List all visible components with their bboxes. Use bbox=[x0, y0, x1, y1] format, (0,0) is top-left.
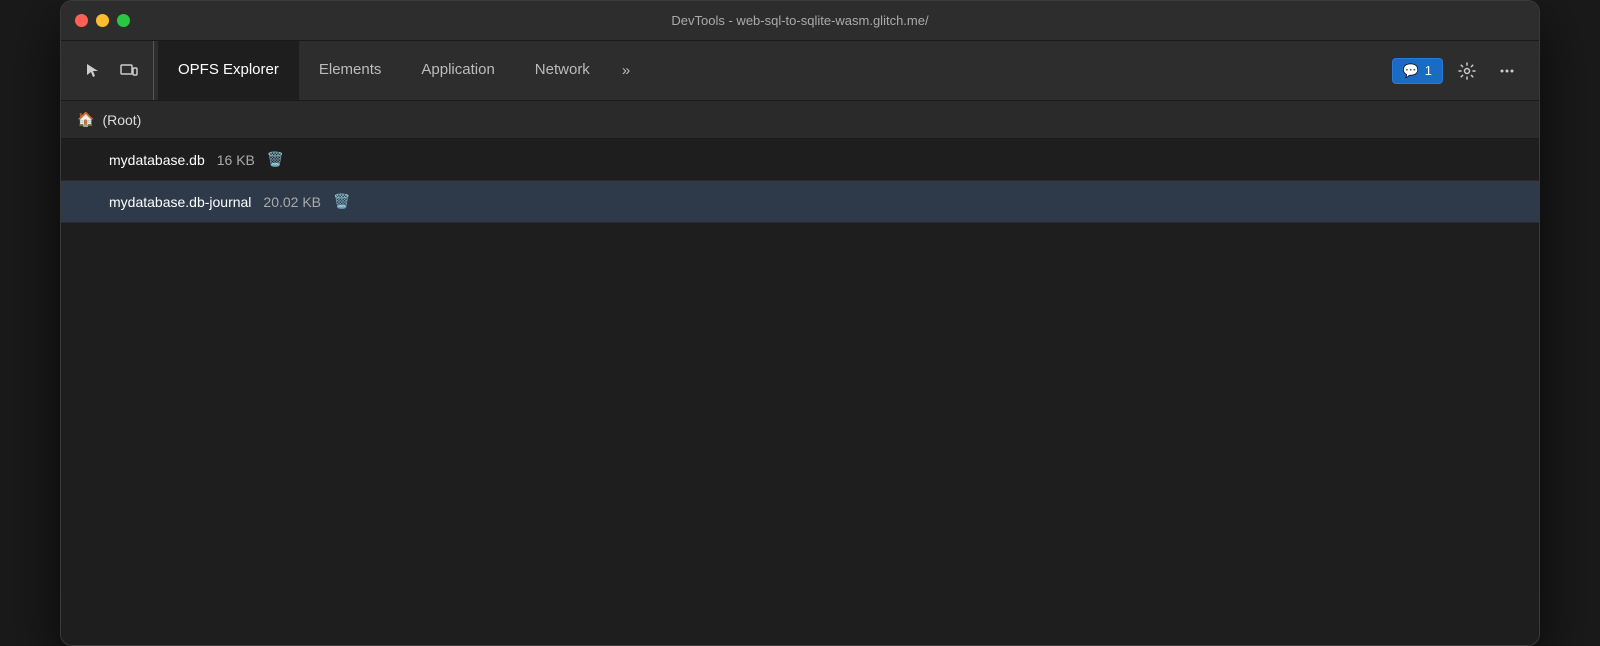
minimize-button[interactable] bbox=[96, 14, 109, 27]
file-size: 16 KB bbox=[217, 152, 255, 168]
tab-elements[interactable]: Elements bbox=[299, 41, 402, 100]
device-toggle-icon bbox=[120, 62, 138, 80]
devtools-window: DevTools - web-sql-to-sqlite-wasm.glitch… bbox=[60, 0, 1540, 646]
gear-icon bbox=[1458, 62, 1476, 80]
notification-count: 1 bbox=[1425, 63, 1432, 78]
delete-file-icon[interactable]: 🗑️ bbox=[267, 151, 284, 168]
window-title: DevTools - web-sql-to-sqlite-wasm.glitch… bbox=[671, 13, 928, 28]
more-options-button[interactable] bbox=[1491, 55, 1523, 87]
inspect-cursor-button[interactable] bbox=[77, 55, 109, 87]
toolbar: OPFS Explorer Elements Application Netwo… bbox=[61, 41, 1539, 101]
notification-button[interactable]: 💬 1 bbox=[1392, 58, 1443, 84]
more-tabs-button[interactable]: » bbox=[610, 41, 642, 100]
delete-file-icon[interactable]: 🗑️ bbox=[333, 193, 350, 210]
tabs-container: OPFS Explorer Elements Application Netwo… bbox=[154, 41, 1384, 100]
toolbar-icons bbox=[69, 41, 154, 100]
file-name: mydatabase.db-journal bbox=[109, 194, 251, 210]
file-row[interactable]: mydatabase.db 16 KB 🗑️ bbox=[61, 139, 1539, 181]
file-explorer: 🏠 (Root) mydatabase.db 16 KB 🗑️ mydataba… bbox=[61, 101, 1539, 223]
chat-icon: 💬 bbox=[1403, 63, 1419, 79]
close-button[interactable] bbox=[75, 14, 88, 27]
cursor-icon bbox=[84, 62, 102, 80]
tab-application[interactable]: Application bbox=[401, 41, 514, 100]
tab-opfs[interactable]: OPFS Explorer bbox=[158, 41, 299, 100]
ellipsis-icon bbox=[1498, 62, 1516, 80]
root-folder-row: 🏠 (Root) bbox=[61, 101, 1539, 139]
settings-button[interactable] bbox=[1451, 55, 1483, 87]
file-row[interactable]: mydatabase.db-journal 20.02 KB 🗑️ bbox=[61, 181, 1539, 223]
title-bar: DevTools - web-sql-to-sqlite-wasm.glitch… bbox=[61, 1, 1539, 41]
home-icon: 🏠 bbox=[77, 111, 94, 128]
file-name: mydatabase.db bbox=[109, 152, 205, 168]
file-size: 20.02 KB bbox=[263, 194, 321, 210]
root-label: (Root) bbox=[102, 112, 141, 128]
traffic-lights bbox=[75, 14, 130, 27]
device-toggle-button[interactable] bbox=[113, 55, 145, 87]
tab-network[interactable]: Network bbox=[515, 41, 610, 100]
content-area: 🏠 (Root) mydatabase.db 16 KB 🗑️ mydataba… bbox=[61, 101, 1539, 645]
toolbar-right: 💬 1 bbox=[1384, 55, 1531, 87]
maximize-button[interactable] bbox=[117, 14, 130, 27]
